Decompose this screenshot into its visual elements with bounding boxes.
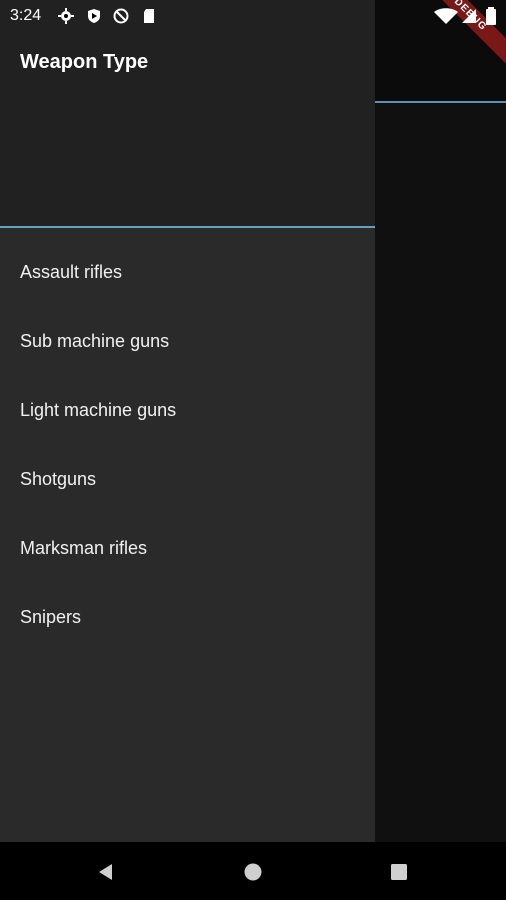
drawer-item-snipers[interactable]: Snipers [0,583,375,652]
system-nav-bar [0,842,506,900]
drawer-divider [0,226,375,228]
battery-icon [486,7,496,25]
drawer-item-label: Marksman rifles [20,538,148,558]
drawer-item-label: Shotguns [20,469,97,489]
drawer-item-shotguns[interactable]: Shotguns [0,445,375,514]
wifi-icon [434,8,476,24]
drawer-item-light-machine-guns[interactable]: Light machine guns [0,376,375,445]
drawer-title: Weapon Type [20,51,149,73]
app-bar-divider [375,101,506,103]
navigation-drawer: Weapon Type Assault rifles Sub machine g… [0,0,375,842]
drawer-header: Weapon Type [0,0,375,226]
drawer-item-assault-rifles[interactable]: Assault rifles [0,238,375,307]
drawer-item-label: Sub machine guns [20,331,170,351]
drawer-item-sub-machine-guns[interactable]: Sub machine guns [0,307,375,376]
status-bar: 3:24 [0,0,506,32]
settings-icon [58,8,74,24]
home-icon[interactable] [241,860,265,884]
drawer-item-label: Snipers [20,607,82,627]
drawer-list: Assault rifles Sub machine guns Light ma… [0,238,375,652]
blocked-icon [113,8,129,24]
recents-icon[interactable] [387,860,411,884]
drawer-item-label: Assault rifles [20,262,123,282]
status-time: 3:24 [10,7,42,24]
drawer-item-marksman-rifles[interactable]: Marksman rifles [0,514,375,583]
sd-card-icon [141,8,157,24]
back-icon[interactable] [94,860,118,884]
signal-icon [462,9,476,23]
drawer-item-label: Light machine guns [20,400,177,420]
shield-icon [86,8,102,24]
